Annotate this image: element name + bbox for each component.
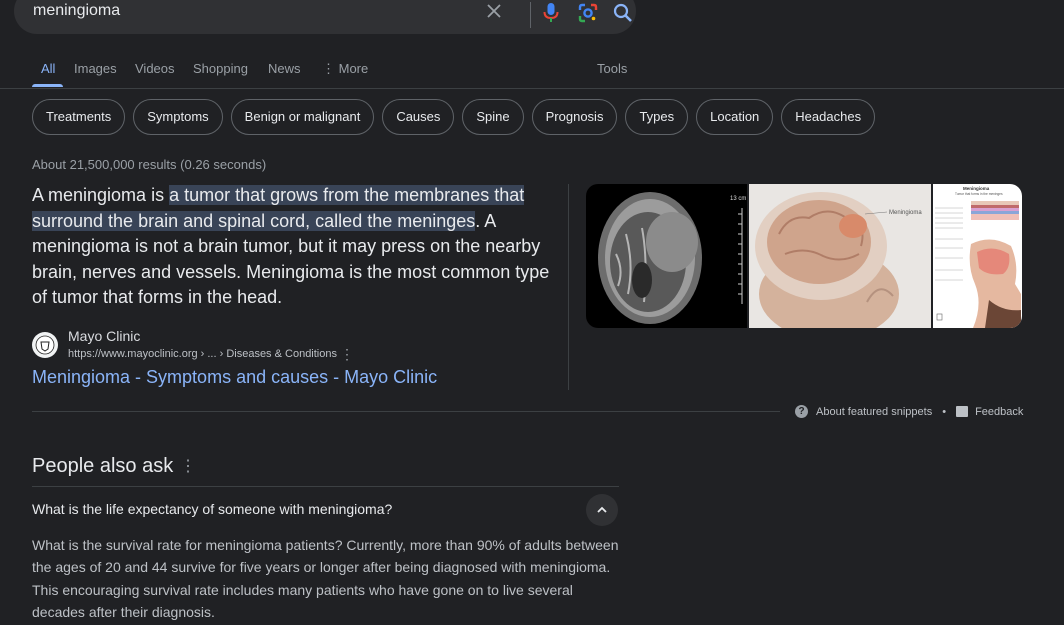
tab-news[interactable]: News — [268, 61, 301, 76]
search-divider — [530, 2, 531, 28]
diagram-title: Meningioma — [963, 186, 990, 191]
chip-treatments[interactable]: Treatments — [32, 99, 126, 135]
help-icon: ? — [795, 405, 808, 418]
feedback-link[interactable]: Feedback — [975, 406, 1023, 418]
separator-dot: • — [942, 405, 947, 418]
about-featured-snippets-link[interactable]: About featured snippets — [816, 406, 932, 418]
search-bar[interactable]: meningioma — [14, 0, 636, 34]
tab-videos[interactable]: Videos — [135, 61, 175, 76]
search-icon[interactable] — [613, 3, 633, 23]
active-tab-indicator — [32, 84, 63, 87]
tab-images[interactable]: Images — [74, 61, 117, 76]
camera-lens-icon[interactable] — [578, 3, 598, 23]
chip-spine[interactable]: Spine — [462, 99, 524, 135]
tab-all[interactable]: All — [41, 61, 55, 76]
collapse-button[interactable] — [586, 494, 618, 526]
chip-headaches[interactable]: Headaches — [781, 99, 876, 135]
tab-shopping[interactable]: Shopping — [193, 61, 248, 76]
chip-causes[interactable]: Causes — [382, 99, 455, 135]
source-url: https://www.mayoclinic.org › ... › Disea… — [68, 348, 337, 360]
chip-prognosis[interactable]: Prognosis — [531, 99, 618, 135]
scan-scale-label: 13 cm — [730, 196, 746, 202]
mri-scan-image[interactable]: 13 cm — [586, 184, 747, 328]
feedback-icon — [956, 406, 969, 417]
snippet-bottom-divider — [32, 411, 780, 412]
people-also-ask-heading: People also ask — [32, 455, 174, 477]
result-stats: About 21,500,000 results (0.26 seconds) — [32, 157, 267, 172]
snippet-images: 13 cm Meningioma Meningioma Tumor that f… — [586, 184, 1022, 328]
diagram-subtitle: Tumor that forms in the meninges — [955, 192, 1003, 196]
tab-more[interactable]: ⋮ More — [322, 61, 368, 77]
tab-tools[interactable]: Tools — [597, 61, 627, 76]
featured-snippet-text: A meningioma is a tumor that grows from … — [32, 183, 556, 311]
chip-types[interactable]: Types — [625, 99, 689, 135]
brain-illustration-image[interactable]: Meningioma — [749, 184, 931, 328]
snippet-footer: ? About featured snippets • Feedback — [795, 405, 1023, 418]
refinement-chips: Treatments Symptoms Benign or malignant … — [32, 99, 876, 135]
result-title-link[interactable]: Meningioma - Symptoms and causes - Mayo … — [32, 367, 437, 388]
tabs-divider — [0, 88, 1064, 89]
meninges-diagram-image[interactable]: Meningioma Tumor that forms in the menin… — [933, 184, 1022, 328]
paa-answer: What is the survival rate for meningioma… — [32, 537, 619, 620]
source-more-icon[interactable]: ⋮ — [340, 346, 354, 363]
snippet-divider — [568, 184, 569, 390]
source-name: Mayo Clinic — [68, 328, 141, 344]
clear-icon[interactable] — [486, 3, 502, 19]
search-tabs: All Images Videos Shopping News ⋮ More T… — [0, 61, 1064, 91]
search-input[interactable]: meningioma — [33, 2, 120, 20]
paa-question[interactable]: What is the life expectancy of someone w… — [32, 501, 392, 517]
chip-benign-or-malignant[interactable]: Benign or malignant — [230, 99, 375, 135]
meningioma-label: Meningioma — [889, 210, 922, 216]
chip-symptoms[interactable]: Symptoms — [133, 99, 223, 135]
mayo-clinic-favicon — [32, 332, 58, 358]
paa-divider — [32, 486, 619, 487]
chevron-up-icon — [597, 506, 607, 513]
chip-location[interactable]: Location — [696, 99, 774, 135]
microphone-icon[interactable] — [542, 3, 560, 23]
more-dots-icon: ⋮ — [322, 61, 335, 76]
paa-more-icon[interactable]: ⋮ — [180, 456, 196, 476]
snippet-intro: A meningioma is — [32, 185, 170, 205]
